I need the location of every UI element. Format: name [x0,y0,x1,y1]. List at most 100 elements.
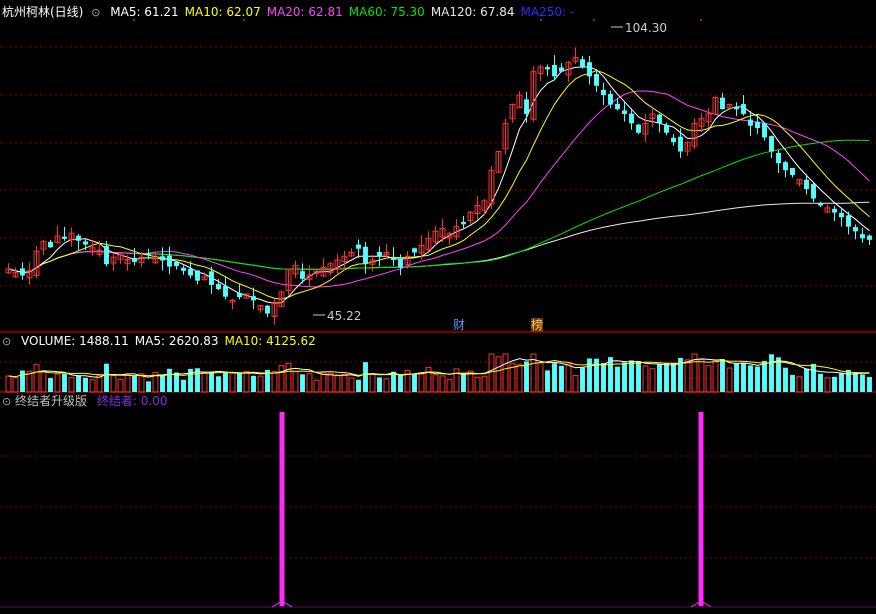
volume-bar [502,353,509,393]
candle-body [860,234,865,239]
volume-bar [488,353,495,393]
volume-bar [524,361,529,392]
volume-bar [292,371,299,393]
volume-bar [720,359,725,392]
candle-body [804,179,809,190]
moving-average-lines [8,66,870,304]
volume-bar [741,363,746,392]
volume-bar [453,368,460,393]
volume-bar [824,377,831,393]
indicator-ma250: MA250: - [520,5,575,19]
volume-bar [68,377,75,393]
volume-ma-lines [8,358,870,378]
candle-body [174,261,179,267]
candle-body [790,167,795,175]
candle-body [580,59,585,67]
volume-bar [40,370,47,393]
volume-bar [320,372,327,393]
candle-body [769,136,774,152]
candle-body [104,245,109,265]
candle-body [664,125,669,133]
chevron-down-icon[interactable]: ⊙ [91,6,100,19]
volume-bar [587,358,592,392]
volume-bar [278,365,285,393]
candle-body [216,283,221,290]
candle-body [391,257,396,261]
candlestick-series[interactable] [5,47,872,325]
volume-indicators: VOLUME: 1488.11 MA5: 2620.83 MA10: 4125.62 [15,334,316,348]
candle-body [461,222,466,225]
volume-bar [832,376,837,392]
signal-indicator-value: 0.00 [140,394,168,408]
volume-bar [341,373,348,393]
chevron-down-icon[interactable]: ⊙ [2,395,11,408]
indicator-ma60: MA60: 75.30 [348,5,425,19]
volume-bar [545,370,550,392]
candle-body [615,103,620,110]
candle-body [251,296,256,301]
volume-bar [790,374,795,392]
chart-markers [133,19,702,316]
chart-grid [0,46,876,559]
candle-body [783,162,788,171]
volume-bar [461,372,466,392]
stock-title: 杭州柯林(日线) [2,5,84,19]
volume-bar [62,373,67,392]
candle-body [188,268,193,276]
candle-body [657,114,662,124]
volume-indicator-ma10: MA10: 4125.62 [224,334,316,348]
volume-bar [348,377,355,393]
volume-bar [818,373,823,392]
candle-body [363,246,368,264]
volume-bar [412,373,417,392]
indicator-ma20: MA20: 62.81 [266,5,343,19]
volume-bar [601,363,606,392]
candle-body [678,136,683,152]
volume-bar [481,375,488,393]
volume-bar [83,377,88,392]
volume-bar [432,374,439,393]
volume-bar [615,366,620,392]
candle-body [300,271,305,279]
candle-body [776,152,781,164]
volume-bar [698,359,705,393]
signal-panel-title: 终结者升级版 [15,394,88,408]
volume-bar [804,368,809,392]
candle-body [265,305,270,314]
volume-bar [664,363,669,392]
volume-bar [846,369,851,392]
volume-bar [769,354,774,392]
candle-body [734,106,739,110]
event-marker-ranking[interactable]: 榜 [531,318,544,332]
event-marker-finance[interactable]: 财 [453,318,465,332]
volume-bar [853,371,858,392]
candle-body [853,227,858,232]
volume-bar [629,360,634,392]
candle-body [62,236,67,239]
volume-panel-header: ⊙ VOLUME: 1488.11 MA5: 2620.83 MA10: 4125.… [2,334,316,349]
volume-bar [216,376,221,392]
volume-bar [580,367,585,392]
candle-body [209,271,214,285]
stock-chart[interactable] [0,0,876,614]
volume-bar [117,378,124,393]
volume-bar [748,365,753,392]
volume-bar [313,379,320,393]
volume-bar [160,375,165,392]
volume-bar [642,365,649,393]
volume-bar [132,375,137,392]
candle-body [839,213,844,218]
volume-bar [369,373,376,393]
candle-body [811,184,816,199]
signal-series[interactable] [0,412,876,608]
volume-bar [811,363,816,392]
volume-bar [839,373,844,392]
chevron-down-icon[interactable]: ⊙ [2,335,11,348]
volume-bar [762,360,767,392]
volume-bar [209,371,214,392]
low-price-label: 45.22 [327,309,362,323]
volume-bar [474,376,481,393]
candle-body [195,270,200,281]
candle-body [636,124,641,133]
volume-indicator-volume: VOLUME: 1488.11 [21,334,129,348]
